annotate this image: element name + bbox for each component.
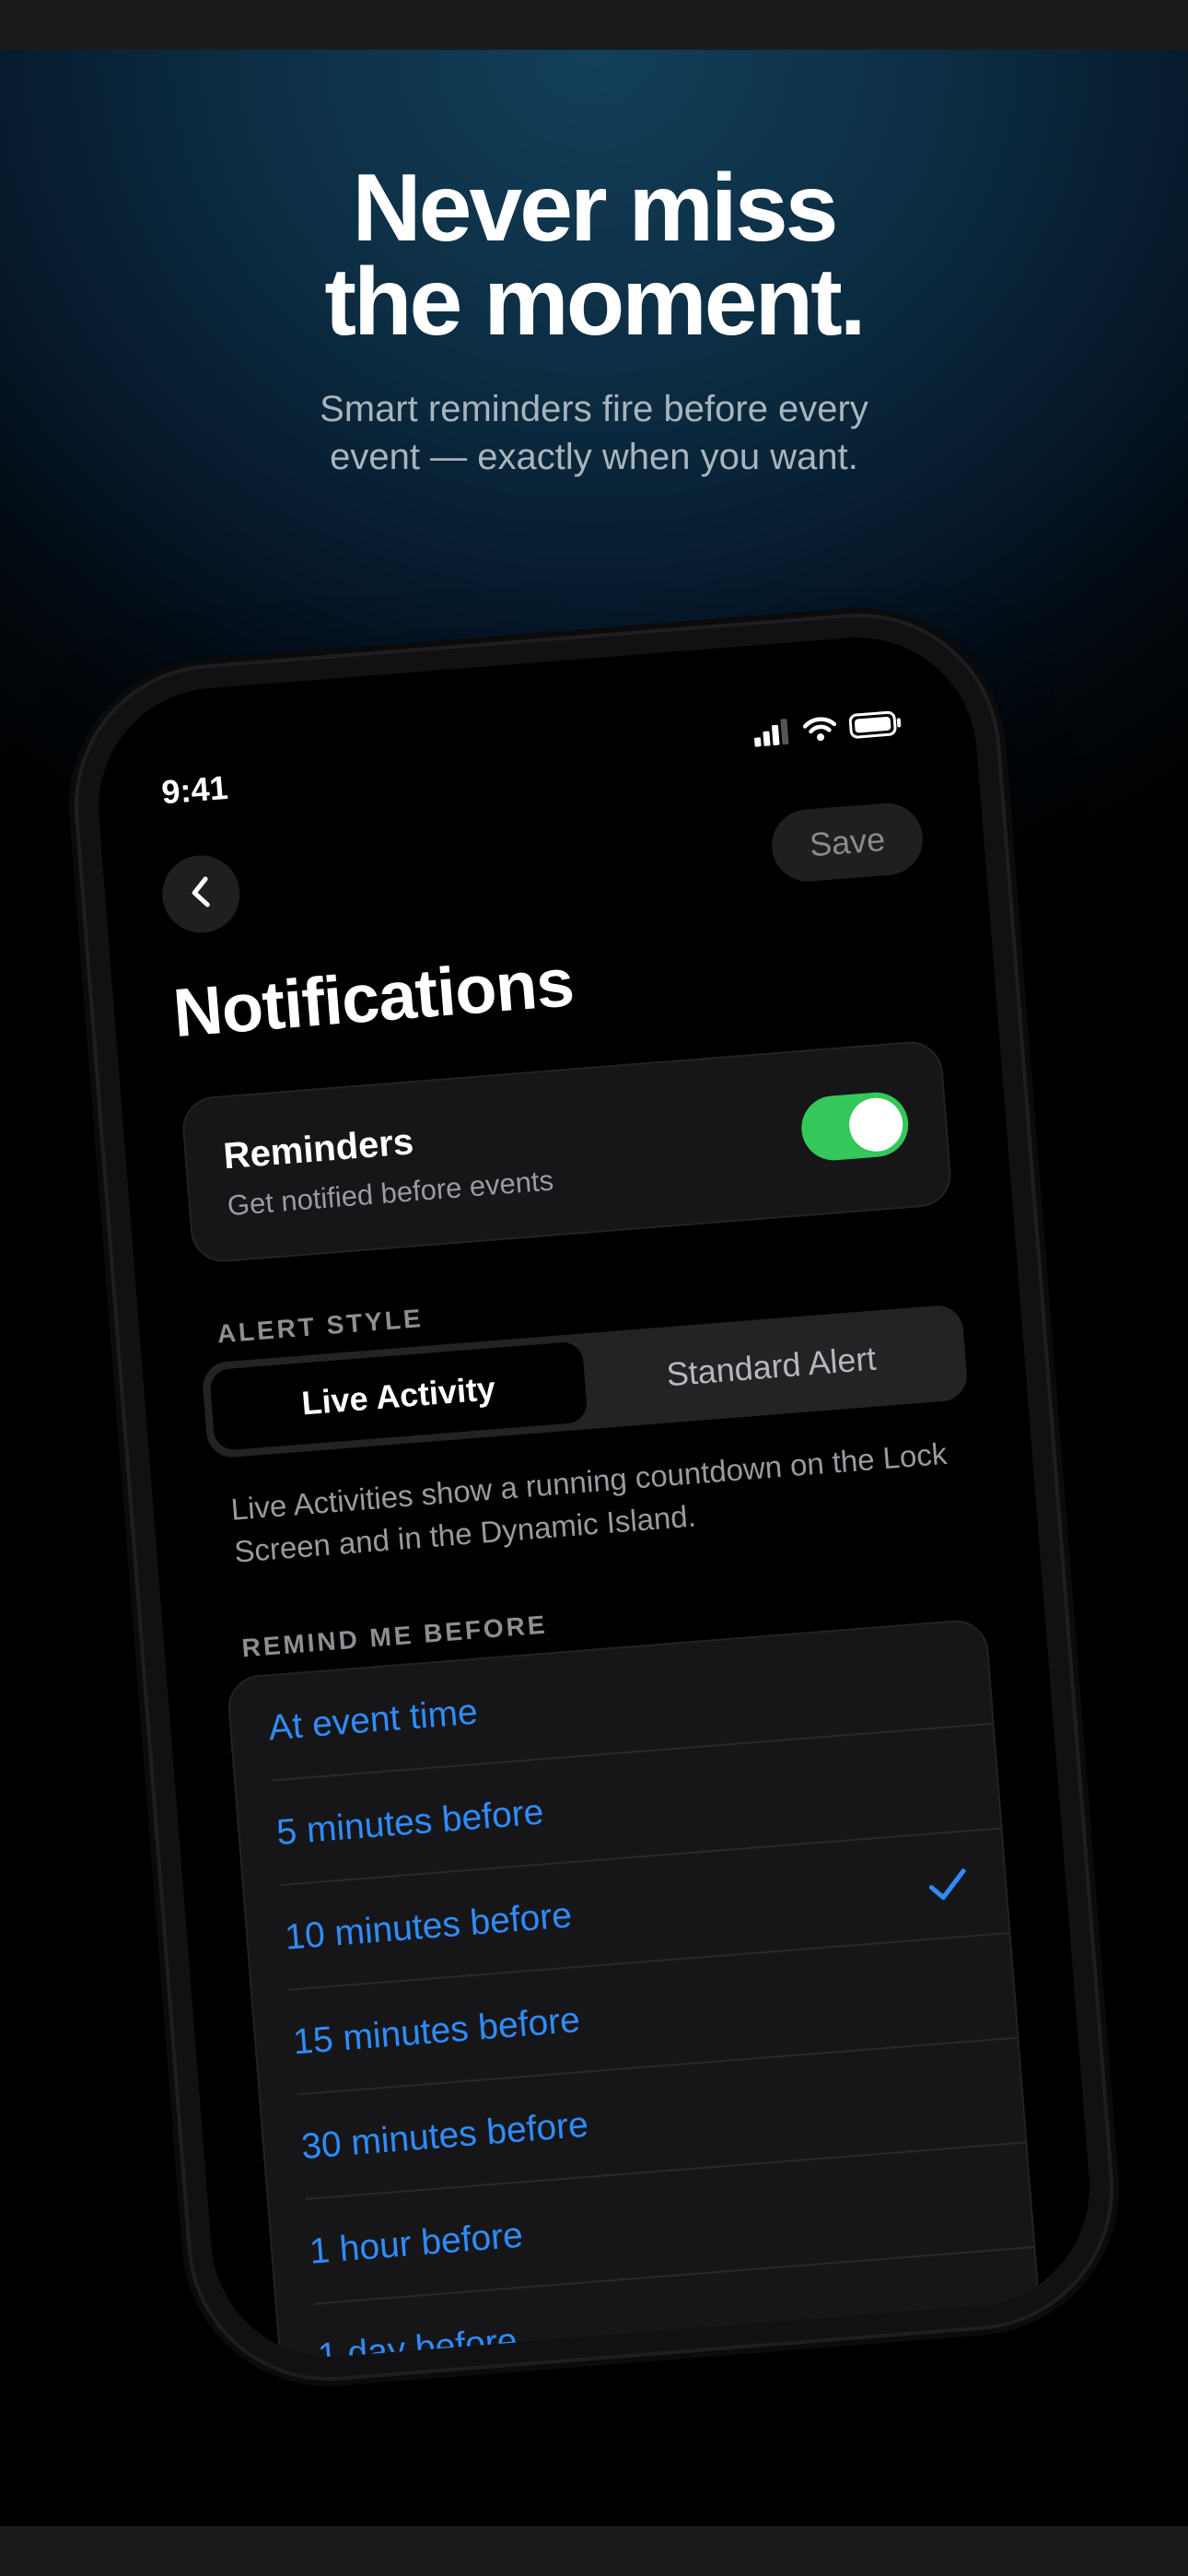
option-label: 1 hour before — [308, 2215, 525, 2272]
reminders-card: Reminders Get notified before events — [180, 1038, 954, 1265]
segment-live-activity[interactable]: Live Activity — [208, 1341, 588, 1452]
page-title: Notifications — [170, 943, 577, 1052]
top-bar — [0, 0, 1188, 50]
phone-screen: 9:41 Save Notifications Reminders Get no… — [89, 628, 1099, 2366]
remind-options-list: At event time 5 minutes before 10 minute… — [226, 1618, 1042, 2366]
option-label: 10 minutes before — [283, 1895, 574, 1958]
headline-line-1: Never miss — [352, 155, 838, 262]
option-label: 5 minutes before — [274, 1792, 545, 1854]
chevron-left-icon — [189, 874, 214, 914]
option-label: 1 day before — [316, 2321, 519, 2366]
battery-icon — [848, 709, 903, 739]
alert-style-label: ALERT STYLE — [215, 1304, 425, 1349]
wifi-icon — [802, 715, 837, 744]
option-label: 15 minutes before — [291, 2000, 582, 2063]
option-label: 30 minutes before — [299, 2104, 590, 2168]
checkmark-icon — [926, 1865, 971, 1914]
toggle-knob — [847, 1095, 905, 1153]
bottom-bar — [0, 2526, 1188, 2576]
subheadline-line-1: Smart reminders fire before every — [320, 389, 868, 429]
reminders-title: Reminders — [222, 1121, 415, 1177]
option-label: At event time — [266, 1692, 480, 1749]
status-icons — [752, 709, 903, 747]
headline: Never miss the moment. — [0, 155, 1188, 356]
segment-standard-alert[interactable]: Standard Alert — [582, 1312, 961, 1423]
cellular-signal-icon — [752, 719, 791, 747]
back-button[interactable] — [159, 852, 243, 936]
alert-style-description: Live Activities show a running countdown… — [229, 1435, 949, 1569]
reminders-toggle[interactable] — [798, 1090, 911, 1163]
save-button[interactable]: Save — [769, 800, 926, 884]
subheadline: Smart reminders fire before every event … — [0, 385, 1188, 481]
headline-line-2: the moment. — [324, 249, 866, 356]
phone-frame: 9:41 Save Notifications Reminders Get no… — [67, 606, 1121, 2388]
status-time: 9:41 — [159, 767, 229, 812]
subheadline-line-2: event — exactly when you want. — [330, 437, 858, 477]
